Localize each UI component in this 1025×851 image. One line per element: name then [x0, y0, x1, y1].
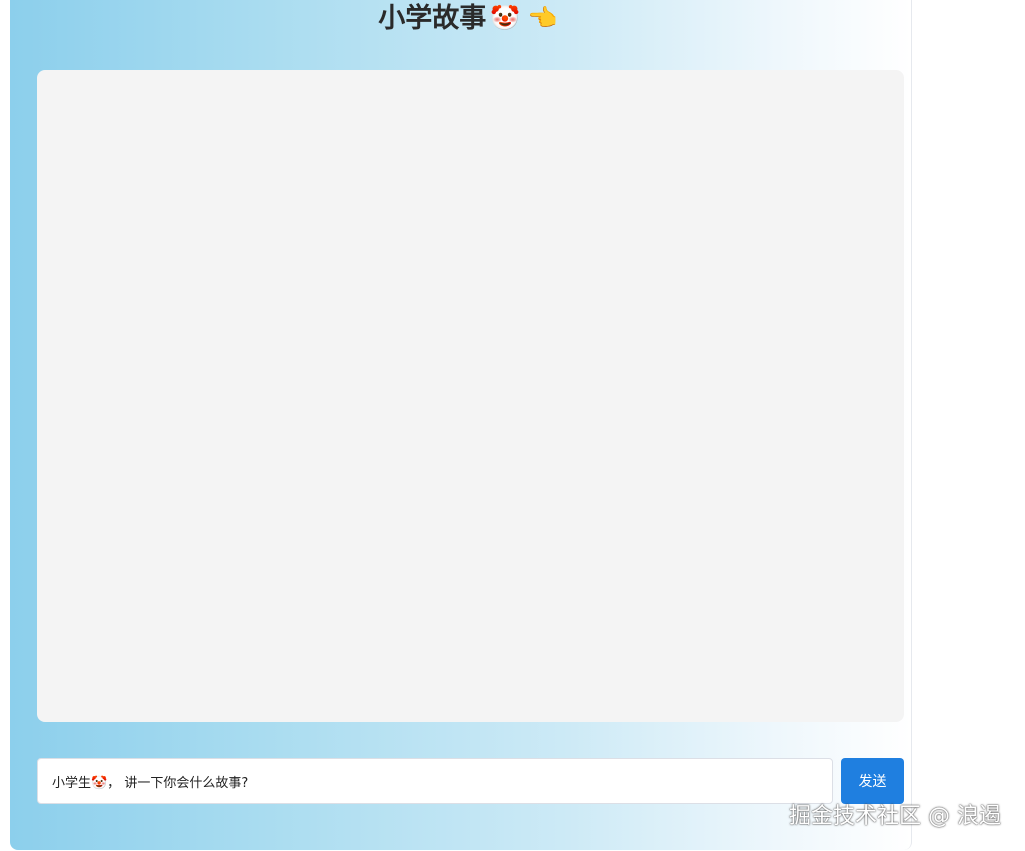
clown-pointing-emoji-icon: 🤡 👈 — [490, 4, 558, 32]
chat-card: 小学故事🤡 👈 发送 — [10, 0, 912, 850]
composer: 发送 — [37, 758, 904, 804]
page: 小学故事🤡 👈 发送 掘金技术社区 @ 浪遏 — [0, 0, 1025, 851]
page-title-text: 小学故事 — [378, 3, 487, 34]
message-list — [37, 70, 904, 722]
message-input[interactable] — [37, 758, 833, 804]
page-title: 小学故事 🤡 👈 — [10, 1, 926, 36]
watermark: 掘金技术社区 @ 浪遏 — [789, 804, 1001, 829]
